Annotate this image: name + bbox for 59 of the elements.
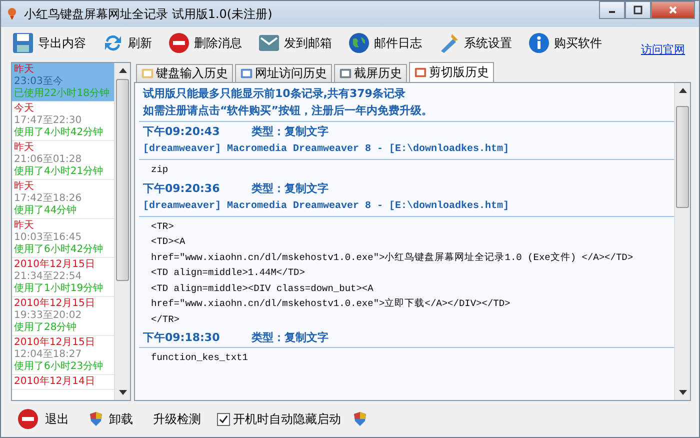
toolbar-button[interactable]: 发到邮箱 bbox=[255, 30, 335, 56]
clipboard-text: href="www.xiaohn.cn/dl/mskehostv1.0.exe">小红鸟键盘屏幕网址全记录1.0 (Exe文件) </A></TD> bbox=[151, 252, 634, 262]
check-icon bbox=[219, 414, 228, 424]
scroll-up-icon bbox=[118, 68, 126, 73]
toolbar-button[interactable]: 删除消息 bbox=[165, 30, 245, 56]
toolbar-button[interactable]: 导出内容 bbox=[9, 30, 89, 56]
scroll-down-icon bbox=[118, 390, 126, 395]
envelope-icon bbox=[258, 32, 280, 54]
scrollbar[interactable] bbox=[674, 83, 690, 400]
tab-icon bbox=[240, 67, 253, 80]
record-time: 下午09:20:43 bbox=[143, 124, 220, 140]
toolbar-button[interactable]: 购买软件 bbox=[525, 30, 605, 56]
globe-icon bbox=[348, 32, 370, 54]
close-button[interactable] bbox=[651, 1, 695, 19]
tab[interactable]: 键盘输入历史 bbox=[136, 64, 233, 82]
website-link[interactable]: 访问官网 bbox=[641, 42, 685, 57]
maximize-button[interactable] bbox=[625, 1, 651, 19]
clipboard-text: <TD align=middle>1.44M</TD> bbox=[151, 267, 305, 278]
stop-icon bbox=[17, 408, 39, 430]
toolbar-button[interactable]: 刷新 bbox=[99, 30, 155, 56]
maximize-icon bbox=[633, 5, 643, 15]
record-type: 类型：复制文字 bbox=[252, 124, 329, 140]
clipboard-text: zip bbox=[151, 164, 168, 175]
notice-text: 如需注册请点击“软件购买”按钮，注册后一年内免费升级。 bbox=[142, 103, 434, 119]
tab[interactable]: 网址访问历史 bbox=[235, 64, 332, 82]
shield-icon bbox=[89, 411, 103, 427]
scroll-down-icon bbox=[678, 390, 686, 395]
info-icon bbox=[528, 32, 550, 54]
close-icon bbox=[668, 5, 678, 15]
shield-icon bbox=[353, 411, 367, 427]
autostart-checkbox[interactable]: 开机时自动隐藏启动 bbox=[217, 410, 341, 428]
clipboard-text: </TR> bbox=[151, 314, 180, 324]
minimize-button[interactable] bbox=[599, 1, 625, 19]
record-type: 类型：复制文字 bbox=[252, 180, 329, 196]
clipboard-text: function_kes_txt1 bbox=[151, 352, 248, 363]
record-source: [dreamweaver] Macromedia Dreamweaver 8 - [E:\downloadkes.htm] bbox=[143, 144, 510, 155]
tab-icon bbox=[339, 67, 352, 80]
record-time: 下午09:18:30 bbox=[143, 330, 220, 346]
record-type: 类型：复制文字 bbox=[252, 330, 329, 346]
record-time: 下午09:20:36 bbox=[143, 180, 220, 196]
tab[interactable]: 剪切版历史 bbox=[409, 62, 494, 82]
delete-icon bbox=[168, 32, 190, 54]
scroll-up-icon bbox=[678, 88, 686, 93]
tab-icon bbox=[414, 66, 427, 79]
scrollbar[interactable] bbox=[114, 63, 130, 400]
update-check-button[interactable]: 升级检测 bbox=[149, 408, 205, 430]
clipboard-text: <TD align=middle><DIV class=down_but><A bbox=[151, 282, 374, 294]
record-source: [dreamweaver] Macromedia Dreamweaver 8 - [E:\downloadkes.htm] bbox=[143, 200, 510, 212]
toolbar-button[interactable]: 系统设置 bbox=[435, 30, 515, 56]
clipboard-text: <TD><A bbox=[151, 236, 186, 247]
clipboard-text: <TR> bbox=[151, 220, 174, 232]
tab-icon bbox=[141, 67, 154, 80]
uninstall-button[interactable]: 卸载 bbox=[85, 408, 137, 430]
toolbar-button[interactable]: 邮件日志 bbox=[345, 30, 425, 56]
tab[interactable]: 截屏历史 bbox=[334, 64, 407, 82]
window-title: 小红鸟键盘屏幕网址全记录 试用版1.0(未注册) bbox=[24, 6, 272, 22]
exit-button[interactable]: 退出 bbox=[13, 406, 73, 432]
notice-text: 试用版只能最多只能显示前10条记录,共有379条记录 bbox=[142, 86, 406, 102]
clipboard-text: href="www.xiaohn.cn/dl/mskehostv1.0.exe">立即下载</A></DIV></TD> bbox=[151, 298, 510, 309]
